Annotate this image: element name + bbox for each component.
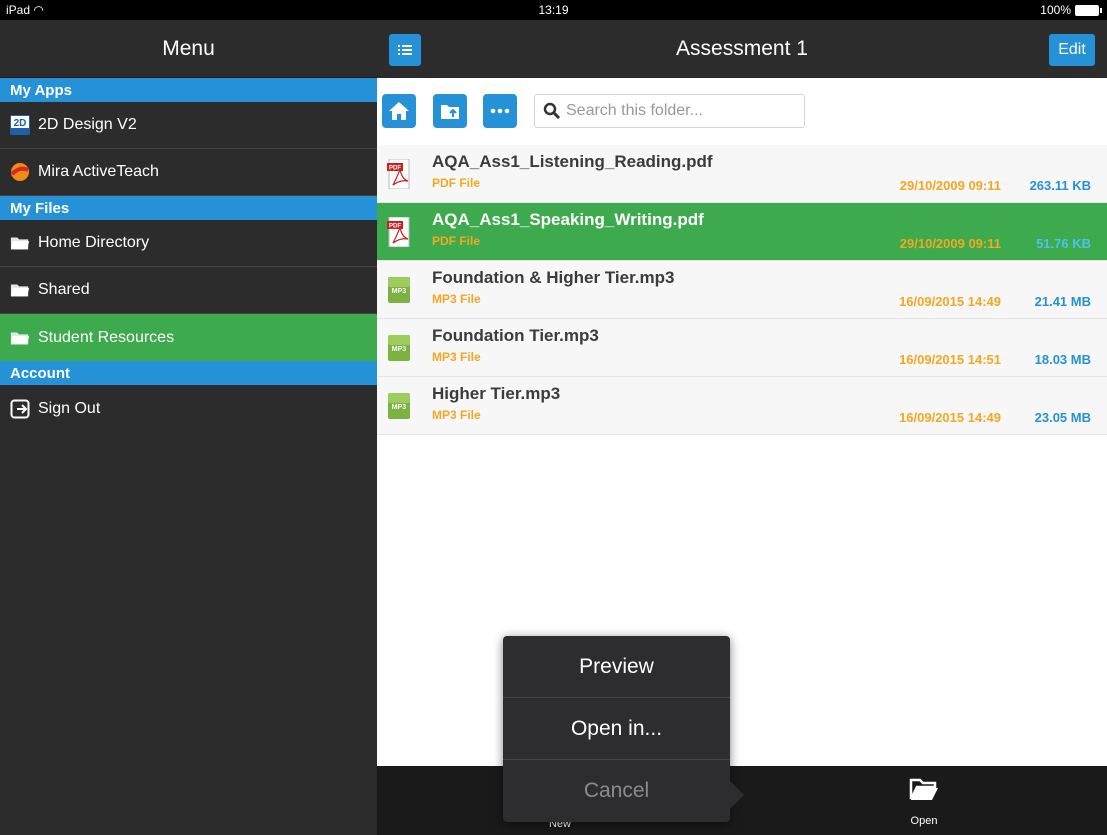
file-row[interactable]: MP3 Higher Tier.mp3 MP3 File 16/09/2015 … [377,377,1107,435]
cancel-option[interactable]: Cancel [503,760,730,822]
section-header-account: Account [0,361,377,385]
page-title: Assessment 1 [676,37,808,60]
file-type: PDF File [432,176,481,190]
svg-text:MP3: MP3 [392,346,407,353]
file-name: Foundation & Higher Tier.mp3 [432,268,675,287]
file-date: 29/10/2009 09:11 [899,236,1001,251]
clock: 13:19 [538,3,569,17]
sidebar-item-label: 2D Design V2 [38,116,137,133]
folder-up-icon [441,105,459,119]
sidebar-item-label: Student Resources [38,328,175,346]
file-size: 18.03 MB [1034,352,1091,367]
pdf-icon: PDF [387,159,410,189]
file-name: Foundation Tier.mp3 [432,326,599,345]
sidebar-item-shared[interactable]: Shared [0,267,377,314]
sidebar-title: Menu [0,20,377,78]
open-button[interactable]: Open [894,778,954,827]
home-button[interactable] [382,94,416,128]
file-date: 29/10/2009 09:11 [899,178,1001,193]
search-box[interactable] [534,94,805,128]
file-date: 16/09/2015 14:51 [899,352,1001,367]
file-size: 23.05 MB [1034,410,1091,425]
mira-icon [10,162,30,182]
status-bar: iPad ◠ 13:19 100% [0,0,1107,20]
mp3-icon: MP3 [388,335,410,361]
file-size: 21.41 MB [1034,294,1091,309]
sidebar-item-label: Mira ActiveTeach [38,163,159,180]
pdf-icon: PDF [387,217,410,247]
sidebar-item-label: Sign Out [38,399,101,417]
file-name: AQA_Ass1_Speaking_Writing.pdf [432,210,704,229]
file-name: Higher Tier.mp3 [432,384,561,403]
file-type: MP3 File [432,292,481,306]
file-size: 51.76 KB [1036,236,1091,251]
section-header-my-apps: My Apps [0,78,377,102]
section-header-my-files: My Files [0,196,377,220]
sign-out-icon [10,399,30,419]
folder-icon [10,328,30,348]
file-name: AQA_Ass1_Listening_Reading.pdf [432,152,713,171]
file-row[interactable]: PDF AQA_Ass1_Speaking_Writing.pdf PDF Fi… [377,203,1107,261]
file-row[interactable]: MP3 Foundation & Higher Tier.mp3 MP3 Fil… [377,261,1107,319]
sidebar-item-label: Shared [38,281,90,298]
mp3-icon: MP3 [388,277,410,303]
sidebar: Menu My Apps 2D 2D Design V2 Mira Active… [0,20,377,835]
sidebar-item-label: Home Directory [38,234,150,251]
svg-text:MP3: MP3 [392,404,407,411]
svg-text:MP3: MP3 [392,288,407,295]
more-options-button[interactable] [483,94,517,128]
folder-open-icon [909,778,938,800]
battery-icon [1075,4,1102,16]
file-row[interactable]: MP3 Foundation Tier.mp3 MP3 File 16/09/2… [377,319,1107,377]
sidebar-item-2d-design[interactable]: 2D 2D Design V2 [0,102,377,149]
sidebar-item-mira-activeteach[interactable]: Mira ActiveTeach [0,149,377,196]
home-icon [389,102,409,120]
file-list: PDF AQA_Ass1_Listening_Reading.pdf PDF F… [377,145,1107,435]
search-icon [543,102,561,120]
file-type: MP3 File [432,350,481,364]
folder-toolbar [377,78,1107,146]
preview-option[interactable]: Preview [503,636,730,698]
sidebar-item-student-resources[interactable]: Student Resources [0,314,377,361]
file-size: 263.11 KB [1029,178,1091,193]
top-bar: Assessment 1 Edit [377,20,1107,78]
battery-status: 100% [1040,3,1102,17]
open-in-option[interactable]: Open in... [503,698,730,760]
mp3-icon: MP3 [388,393,410,419]
sidebar-item-home-directory[interactable]: Home Directory [0,220,377,267]
file-type: PDF File [432,234,481,248]
ellipsis-icon [490,108,510,114]
sidebar-item-sign-out[interactable]: Sign Out [0,385,377,432]
open-label: Open [910,815,938,827]
file-date: 16/09/2015 14:49 [899,294,1001,309]
file-row[interactable]: PDF AQA_Ass1_Listening_Reading.pdf PDF F… [377,145,1107,203]
svg-text:2D: 2D [14,118,27,129]
edit-button[interactable]: Edit [1049,34,1095,66]
2d-design-icon: 2D [10,115,30,135]
file-date: 16/09/2015 14:49 [899,410,1001,425]
popover-arrow [730,781,744,809]
search-input[interactable] [566,102,786,120]
folder-icon [10,233,30,253]
file-type: MP3 File [432,408,481,422]
folder-icon [10,280,30,300]
action-popover: Preview Open in... Cancel [503,636,744,822]
main-panel: Assessment 1 Edit PDF AQA_Ass1_Listening… [377,20,1107,835]
folder-up-button[interactable] [433,94,467,128]
